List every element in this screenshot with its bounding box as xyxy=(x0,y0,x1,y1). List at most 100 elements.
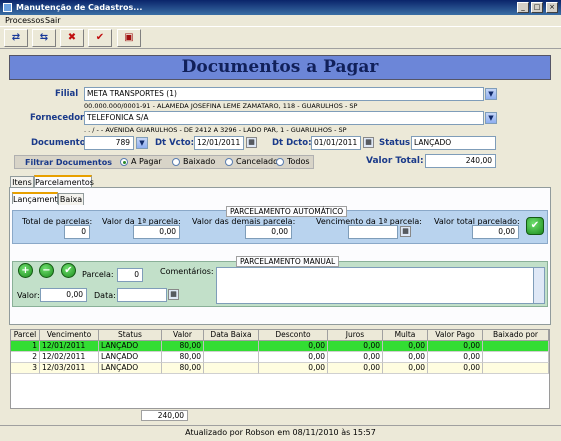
status-bar: Atualizado por Robson em 08/11/2010 às 1… xyxy=(0,425,561,441)
total-parcelas-field[interactable]: 0 xyxy=(64,225,90,239)
dt-vcto-label: Dt Vcto: xyxy=(155,138,194,148)
menu-sair[interactable]: Sair xyxy=(45,15,61,27)
minimize-button[interactable]: _ xyxy=(517,2,529,13)
table-cell: 0,00 xyxy=(328,352,383,363)
table-cell: 0,00 xyxy=(383,352,428,363)
radio-baixado[interactable] xyxy=(172,158,180,166)
column-header[interactable]: Baixado por xyxy=(483,330,549,341)
page-title: Documentos a Pagar xyxy=(9,55,551,80)
dt-dcto-field[interactable]: 01/01/2011 xyxy=(311,136,361,150)
table-cell: 0,00 xyxy=(259,352,328,363)
edit-record-icon[interactable]: ⇆ xyxy=(32,29,56,47)
calendar-icon[interactable]: ▦ xyxy=(168,289,179,300)
valor-demais-field[interactable]: 0,00 xyxy=(245,225,292,239)
add-icon[interactable]: + xyxy=(18,263,33,278)
filial-select[interactable]: META TRANSPORTES (1) xyxy=(84,87,484,101)
maximize-button[interactable]: □ xyxy=(531,2,543,13)
filial-label: Filial xyxy=(55,89,79,99)
table-row[interactable]: 2 12/02/2011 LANÇADO 80,00 0,00 0,00 0,0… xyxy=(11,352,549,363)
table-cell xyxy=(483,352,549,363)
table-cell: 80,00 xyxy=(162,341,204,352)
table-cell: 0,00 xyxy=(259,341,328,352)
column-header[interactable]: Valor xyxy=(162,330,204,341)
calendar-icon[interactable]: ▦ xyxy=(246,137,257,148)
calendar-icon[interactable]: ▦ xyxy=(400,226,411,237)
comentarios-scrollbar[interactable] xyxy=(533,267,545,304)
delete-icon[interactable]: ✖ xyxy=(60,29,84,47)
data-field[interactable] xyxy=(117,288,167,302)
table-cell xyxy=(204,341,259,352)
table-cell xyxy=(483,341,549,352)
chevron-down-icon[interactable]: ▼ xyxy=(485,112,497,124)
table-cell: 80,00 xyxy=(162,352,204,363)
comentarios-textarea[interactable] xyxy=(216,267,536,304)
status-label: Status: xyxy=(379,138,414,148)
table-cell: LANÇADO xyxy=(99,363,162,374)
parcela-field[interactable]: 0 xyxy=(117,268,143,282)
valor-1-parcela-field[interactable]: 0,00 xyxy=(133,225,180,239)
column-header[interactable]: Multa xyxy=(383,330,428,341)
chevron-down-icon[interactable]: ▼ xyxy=(485,88,497,100)
radio-a-pagar[interactable] xyxy=(120,158,128,166)
column-header[interactable]: Status xyxy=(99,330,162,341)
table-cell: 2 xyxy=(11,352,40,363)
table-cell xyxy=(204,363,259,374)
table-cell: 1 xyxy=(11,341,40,352)
confirm-parcela-icon[interactable]: ✔ xyxy=(61,263,76,278)
fornecedor-select[interactable]: TELEFONICA S/A xyxy=(84,111,484,125)
fornecedor-address: . . / - - AVENIDA GUARULHOS - DE 2412 A … xyxy=(84,126,347,134)
documento-select[interactable]: 789 xyxy=(84,136,134,150)
documento-label: Documento xyxy=(31,138,86,148)
window-title: Manutenção de Cadastros... xyxy=(16,3,143,12)
calendar-icon[interactable]: ▦ xyxy=(363,137,374,148)
column-header[interactable]: Data Baixa xyxy=(204,330,259,341)
comentarios-label: Comentários: xyxy=(160,267,214,276)
title-bar: Manutenção de Cadastros... xyxy=(0,0,561,15)
parcela-label: Parcela: xyxy=(82,270,114,279)
table-cell: LANÇADO xyxy=(99,341,162,352)
table-cell: 3 xyxy=(11,363,40,374)
table-cell: 0,00 xyxy=(428,363,483,374)
menu-processos[interactable]: Processos xyxy=(5,15,44,27)
column-header[interactable]: Parcel xyxy=(11,330,40,341)
parcelamento-manual-title: PARCELAMENTO MANUAL xyxy=(236,256,340,267)
valor-total-parcelado-field: 0,00 xyxy=(472,225,519,239)
new-record-icon[interactable]: ⇄ xyxy=(4,29,28,47)
table-cell: 12/03/2011 xyxy=(40,363,99,374)
menu-bar: Processos Sair xyxy=(0,15,561,27)
calculator-icon[interactable]: ▣ xyxy=(117,29,141,47)
column-header[interactable]: Valor Pago xyxy=(428,330,483,341)
fornecedor-label: Fornecedor xyxy=(30,113,85,123)
table-cell: 0,00 xyxy=(428,352,483,363)
status-field: LANÇADO xyxy=(411,136,496,150)
table-row[interactable]: 1 12/01/2011 LANÇADO 80,00 0,00 0,00 0,0… xyxy=(11,341,549,352)
radio-todos-label: Todos xyxy=(287,157,310,166)
table-cell: 80,00 xyxy=(162,363,204,374)
tab-baixa[interactable]: Baixa xyxy=(58,193,84,205)
dt-vcto-field[interactable]: 12/01/2011 xyxy=(194,136,244,150)
table-cell: 0,00 xyxy=(383,341,428,352)
table-cell xyxy=(483,363,549,374)
table-cell: 0,00 xyxy=(328,363,383,374)
table-cell: 0,00 xyxy=(328,341,383,352)
data-label: Data: xyxy=(94,291,116,300)
column-header[interactable]: Juros xyxy=(328,330,383,341)
apply-check-icon[interactable]: ✔ xyxy=(526,217,544,235)
radio-cancelados[interactable] xyxy=(225,158,233,166)
close-window-button[interactable]: × xyxy=(546,2,558,13)
tab-lancamento[interactable]: Lançamento xyxy=(12,192,63,204)
valor-total-field: 240,00 xyxy=(425,154,496,168)
column-header[interactable]: Desconto xyxy=(259,330,328,341)
chevron-down-icon[interactable]: ▼ xyxy=(136,137,148,149)
table-cell: 12/02/2011 xyxy=(40,352,99,363)
table-row[interactable]: 3 12/03/2011 LANÇADO 80,00 0,00 0,00 0,0… xyxy=(11,363,549,374)
radio-todos[interactable] xyxy=(276,158,284,166)
parcelas-table: Parcel Vencimento Status Valor Data Baix… xyxy=(10,329,550,409)
vencimento-1-field[interactable] xyxy=(348,225,398,239)
table-cell: 0,00 xyxy=(383,363,428,374)
valor-field[interactable]: 0,00 xyxy=(40,288,87,302)
column-header[interactable]: Vencimento xyxy=(40,330,99,341)
remove-icon[interactable]: − xyxy=(39,263,54,278)
confirm-icon[interactable]: ✔ xyxy=(88,29,112,47)
app-icon xyxy=(3,3,12,12)
